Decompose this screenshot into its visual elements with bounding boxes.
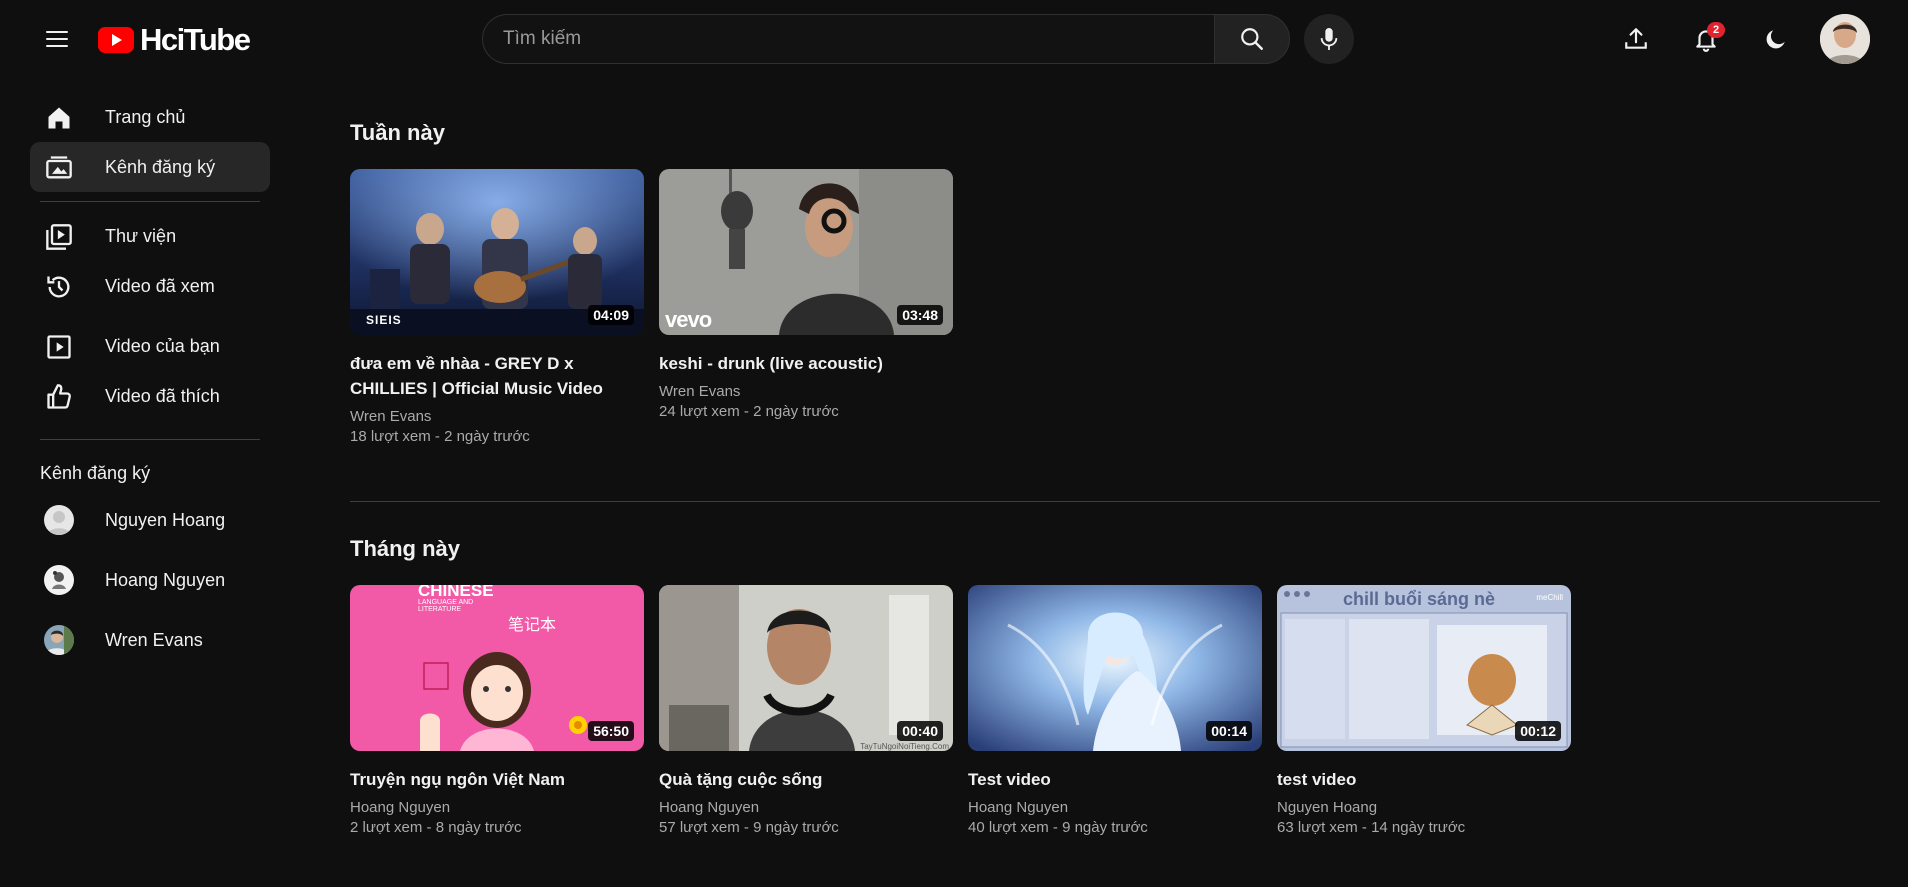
video-channel[interactable]: Nguyen Hoang: [1277, 798, 1571, 818]
theme-toggle-button[interactable]: [1756, 19, 1796, 59]
channel-name: Wren Evans: [105, 629, 203, 650]
video-title[interactable]: Truyện ngụ ngôn Việt Nam: [350, 767, 644, 792]
logo[interactable]: HciTube: [98, 22, 251, 58]
video-thumbnail[interactable]: CHINESE LANGUAGE AND LITERATURE 笔记本 56:5…: [350, 585, 644, 751]
sidebar-channel-hoang-nguyen[interactable]: Hoang Nguyen: [30, 550, 270, 610]
upload-button[interactable]: [1616, 19, 1656, 59]
sidebar-item-label: Video đã thích: [105, 385, 220, 406]
video-duration: 00:40: [897, 721, 943, 741]
search-icon: [1241, 28, 1263, 50]
video-meta: 2 lượt xem - 8 ngày trước: [350, 819, 522, 836]
video-duration: 56:50: [588, 721, 634, 741]
thumbnail-watermark: SIEIS: [366, 313, 402, 327]
section-divider: [350, 501, 1880, 502]
video-channel[interactable]: Wren Evans: [659, 382, 953, 402]
thumbnail-watermark: TayTuNgoiNoiTieng.Com: [860, 742, 949, 751]
sidebar-item-label: Video của bạn: [105, 335, 220, 356]
upload-icon: [1625, 28, 1647, 49]
sidebar: Trang chủ Kênh đăng ký Thư viện Video đã…: [0, 92, 270, 670]
notification-badge: 2: [1707, 22, 1725, 38]
video-thumbnail[interactable]: chill buổi sáng nè meChill 00:12: [1277, 585, 1571, 751]
video-card[interactable]: chill buổi sáng nè meChill 00:12 test vi…: [1277, 585, 1571, 838]
sidebar-item-liked[interactable]: Video đã thích: [30, 371, 270, 421]
video-meta: 24 lượt xem - 2 ngày trước: [659, 403, 839, 420]
sidebar-item-history[interactable]: Video đã xem: [30, 261, 270, 311]
notifications-button[interactable]: 2: [1686, 19, 1726, 59]
menu-icon[interactable]: [40, 24, 74, 54]
logo-text: HciTube: [140, 22, 251, 57]
video-channel[interactable]: Hoang Nguyen: [659, 798, 953, 818]
video-duration: 04:09: [588, 305, 634, 325]
subscriptions-heading: Kênh đăng ký: [40, 463, 151, 483]
sidebar-divider: [40, 439, 260, 440]
video-title[interactable]: test video: [1277, 767, 1571, 792]
sidebar-item-your-videos[interactable]: Video của bạn: [30, 321, 270, 371]
like-icon: [45, 383, 73, 411]
video-meta: 57 lượt xem - 9 ngày trước: [659, 819, 839, 836]
channel-name: Nguyen Hoang: [105, 509, 226, 530]
sidebar-item-label: Kênh đăng ký: [105, 156, 216, 177]
section-title-this-week: Tuần này: [350, 120, 445, 145]
home-icon: [45, 104, 73, 132]
avatar: [44, 565, 74, 595]
avatar: [44, 625, 74, 655]
video-channel[interactable]: Wren Evans: [350, 407, 644, 427]
sidebar-item-label: Video đã xem: [105, 275, 215, 296]
sidebar-item-subscriptions[interactable]: Kênh đăng ký: [30, 142, 270, 192]
video-card[interactable]: CHINESE LANGUAGE AND LITERATURE 笔记本 56:5…: [350, 585, 644, 838]
sidebar-channel-nguyen-hoang[interactable]: Nguyen Hoang: [30, 490, 270, 550]
logo-play-icon: [98, 27, 134, 53]
video-duration: 03:48: [897, 305, 943, 325]
video-card[interactable]: TayTuNgoiNoiTieng.Com 00:40 Quà tặng cuộ…: [659, 585, 953, 838]
video-thumbnail[interactable]: vevo 03:48: [659, 169, 953, 335]
video-grid: SIEIS 04:09 đưa em về nhàa - GREY D x CH…: [350, 169, 1880, 447]
library-icon: [45, 223, 73, 251]
user-avatar[interactable]: [1820, 14, 1870, 64]
video-card[interactable]: SIEIS 04:09 đưa em về nhàa - GREY D x CH…: [350, 169, 644, 447]
sidebar-item-label: Thư viện: [105, 225, 177, 246]
video-channel[interactable]: Hoang Nguyen: [350, 798, 644, 818]
video-meta: 40 lượt xem - 9 ngày trước: [968, 819, 1148, 836]
video-card[interactable]: 00:14 Test video Hoang Nguyen 40 lượt xe…: [968, 585, 1262, 838]
search-button[interactable]: [1214, 14, 1290, 64]
video-thumbnail[interactable]: TayTuNgoiNoiTieng.Com 00:40: [659, 585, 953, 751]
your-videos-icon: [45, 333, 73, 361]
sidebar-item-library[interactable]: Thư viện: [30, 211, 270, 261]
thumbnail-text: meChill: [1536, 593, 1563, 602]
video-thumbnail[interactable]: 00:14: [968, 585, 1262, 751]
moon-icon: [1766, 30, 1785, 49]
video-title[interactable]: Test video: [968, 767, 1262, 792]
video-card[interactable]: vevo 03:48 keshi - drunk (live acoustic)…: [659, 169, 953, 447]
video-duration: 00:14: [1206, 721, 1252, 741]
video-channel[interactable]: Hoang Nguyen: [968, 798, 1262, 818]
video-thumbnail[interactable]: SIEIS 04:09: [350, 169, 644, 335]
search-input[interactable]: [482, 14, 1214, 64]
video-grid: CHINESE LANGUAGE AND LITERATURE 笔记本 56:5…: [350, 585, 1880, 838]
thumbnail-text: LANGUAGE AND LITERATURE: [418, 599, 474, 613]
top-bar: HciTube 2: [0, 0, 1908, 78]
sidebar-item-home[interactable]: Trang chủ: [30, 92, 270, 142]
search-bar: [482, 14, 1290, 64]
video-title[interactable]: keshi - drunk (live acoustic): [659, 351, 953, 376]
avatar: [44, 505, 74, 535]
video-meta: 18 lượt xem - 2 ngày trước: [350, 428, 530, 445]
voice-search-button[interactable]: [1304, 14, 1354, 64]
video-title[interactable]: đưa em về nhàa - GREY D x CHILLIES | Off…: [350, 351, 644, 401]
thumbnail-watermark: vevo: [665, 307, 712, 332]
channel-name: Hoang Nguyen: [105, 569, 226, 590]
main-content: Tuần này SIEIS 04:09 đưa em về nhàa - GR…: [350, 118, 1880, 838]
microphone-icon: [1320, 28, 1338, 50]
sidebar-channel-wren-evans[interactable]: Wren Evans: [30, 610, 270, 670]
sidebar-item-label: Trang chủ: [105, 106, 186, 127]
video-meta: 63 lượt xem - 14 ngày trước: [1277, 819, 1466, 836]
section-title-this-month: Tháng này: [350, 536, 461, 561]
video-title[interactable]: Quà tặng cuộc sống: [659, 767, 953, 792]
thumbnail-text: 笔记本: [508, 617, 557, 634]
history-icon: [45, 273, 73, 301]
sidebar-divider: [40, 201, 260, 202]
thumbnail-text: chill buổi sáng nè: [1343, 589, 1496, 609]
subscriptions-icon: [45, 154, 73, 182]
video-duration: 00:12: [1515, 721, 1561, 741]
